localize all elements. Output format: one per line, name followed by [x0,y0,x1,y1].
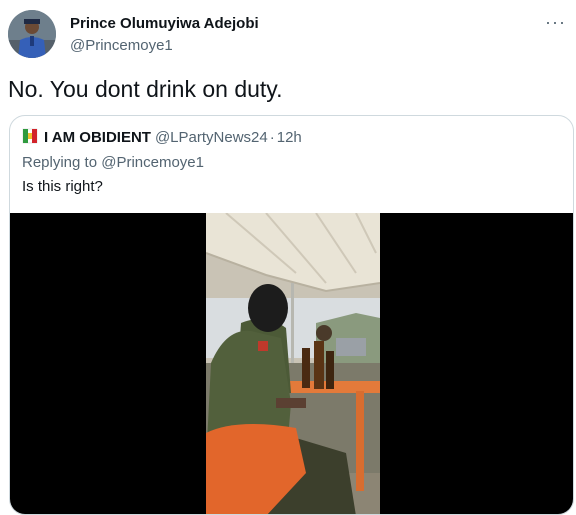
video-frame [206,213,380,514]
tweet-header: Prince Olumuyiwa Adejobi @Princemoye1 ··… [8,10,568,62]
avatar[interactable] [8,10,56,58]
author-name[interactable]: Prince Olumuyiwa Adejobi [70,15,259,32]
tweet-text: No. You dont drink on duty. [8,76,283,102]
party-flag-icon [22,128,38,144]
more-options-icon[interactable]: ··· [545,12,566,33]
replying-mention[interactable]: @Princemoye1 [101,154,204,171]
quoted-tweet[interactable]: I AM OBIDIENT @LPartyNews24 · 12h Replying … [9,115,574,515]
quoted-tweet-header: I AM OBIDIENT @LPartyNews24 · 12h [22,128,302,148]
video-thumbnail [206,213,380,514]
author-handle[interactable]: @Princemoye1 [70,37,173,54]
replying-label: Replying to [22,154,98,171]
quoted-author-handle[interactable]: @LPartyNews24 [155,129,268,146]
quoted-author-name[interactable]: I AM OBIDIENT [44,129,151,146]
quoted-tweet-text: Is this right? [22,178,103,195]
video-player[interactable] [10,213,573,514]
quoted-timestamp[interactable]: 12h [277,129,302,146]
replying-to-line: Replying to @Princemoye1 [22,154,204,171]
avatar-image [8,10,56,58]
quoted-separator: · [269,129,275,146]
